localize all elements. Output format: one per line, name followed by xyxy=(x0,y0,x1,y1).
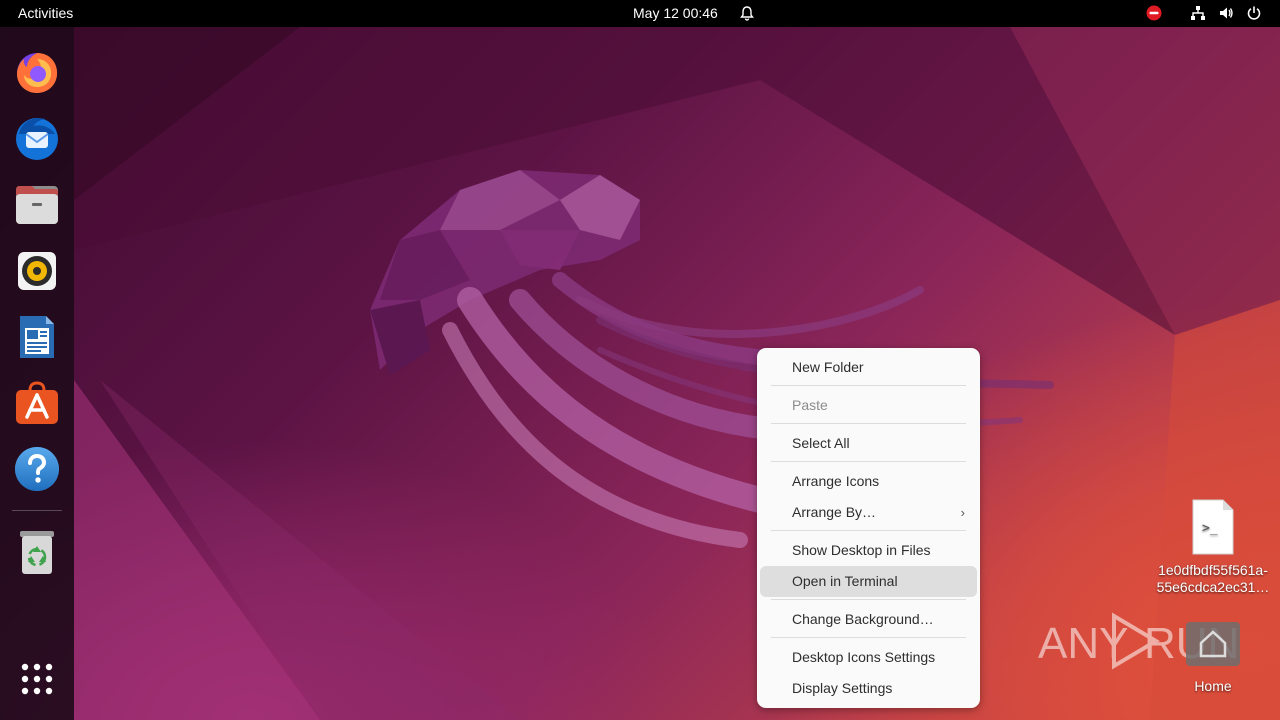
files-icon xyxy=(16,186,58,224)
thunderbird-icon xyxy=(16,118,58,160)
do-not-disturb-icon[interactable] xyxy=(1146,5,1162,21)
script-file-icon: >_ xyxy=(1192,499,1234,555)
menu-item-arrange-by[interactable]: Arrange By… › xyxy=(760,497,977,528)
show-applications-icon xyxy=(21,663,53,695)
dock-item-help[interactable] xyxy=(12,444,62,494)
dock-item-libreoffice-writer[interactable] xyxy=(12,312,62,362)
menu-separator xyxy=(771,385,966,386)
trash-icon xyxy=(20,531,54,574)
menu-item-change-background[interactable]: Change Background… xyxy=(760,604,977,635)
dock-item-trash[interactable] xyxy=(12,527,62,577)
dock-item-ubuntu-software[interactable] xyxy=(12,378,62,428)
home-folder-icon xyxy=(1186,622,1240,666)
top-bar: Activities May 12 00:46 xyxy=(0,0,1280,27)
dock-separator xyxy=(12,510,62,511)
menu-item-arrange-by-label: Arrange By… xyxy=(792,504,877,520)
submenu-arrow-icon: › xyxy=(960,505,965,520)
desktop-context-menu: New Folder Paste Select All Arrange Icon… xyxy=(757,348,980,708)
home-icon-label: Home xyxy=(1194,678,1232,694)
network-icon[interactable] xyxy=(1190,5,1206,21)
desktop-file-label-line2: 55e6cdca2ec31… xyxy=(1156,579,1270,595)
clock[interactable]: May 12 00:46 xyxy=(633,5,718,21)
desktop-file-label-line1: 1e0dfbdf55f561a- xyxy=(1158,562,1268,578)
libreoffice-writer-icon xyxy=(20,316,54,358)
desktop-file-icon[interactable]: >_ 1e0dfbdf55f561a- 55e6cdca2ec31… xyxy=(1148,498,1278,596)
help-icon xyxy=(15,447,59,491)
dock-item-rhythmbox[interactable] xyxy=(12,246,62,296)
menu-item-display-settings[interactable]: Display Settings xyxy=(760,673,977,704)
menu-item-select-all[interactable]: Select All xyxy=(760,428,977,459)
menu-item-open-in-terminal[interactable]: Open in Terminal xyxy=(760,566,977,597)
menu-item-show-desktop-in-files[interactable]: Show Desktop in Files xyxy=(760,535,977,566)
dock-item-thunderbird[interactable] xyxy=(12,113,62,163)
ubuntu-software-icon xyxy=(16,381,58,424)
power-icon[interactable] xyxy=(1246,5,1262,21)
desktop-home-icon[interactable]: Home xyxy=(1148,618,1278,695)
firefox-icon xyxy=(17,53,58,93)
menu-item-new-folder[interactable]: New Folder xyxy=(760,352,977,383)
menu-separator xyxy=(771,530,966,531)
activities-button[interactable]: Activities xyxy=(18,5,73,21)
dock-item-firefox[interactable] xyxy=(12,47,62,97)
menu-separator xyxy=(771,461,966,462)
rhythmbox-icon xyxy=(18,252,56,290)
menu-item-arrange-icons[interactable]: Arrange Icons xyxy=(760,466,977,497)
menu-separator xyxy=(771,599,966,600)
show-applications-button[interactable] xyxy=(12,654,62,704)
menu-separator xyxy=(771,637,966,638)
menu-separator xyxy=(771,423,966,424)
volume-icon[interactable] xyxy=(1218,5,1234,21)
svg-text:>_: >_ xyxy=(1202,521,1218,536)
notification-bell-icon[interactable] xyxy=(739,5,755,21)
menu-item-desktop-icons-settings[interactable]: Desktop Icons Settings xyxy=(760,642,977,673)
dock xyxy=(0,27,74,720)
dock-item-files[interactable] xyxy=(12,180,62,230)
menu-item-paste[interactable]: Paste xyxy=(760,390,977,421)
